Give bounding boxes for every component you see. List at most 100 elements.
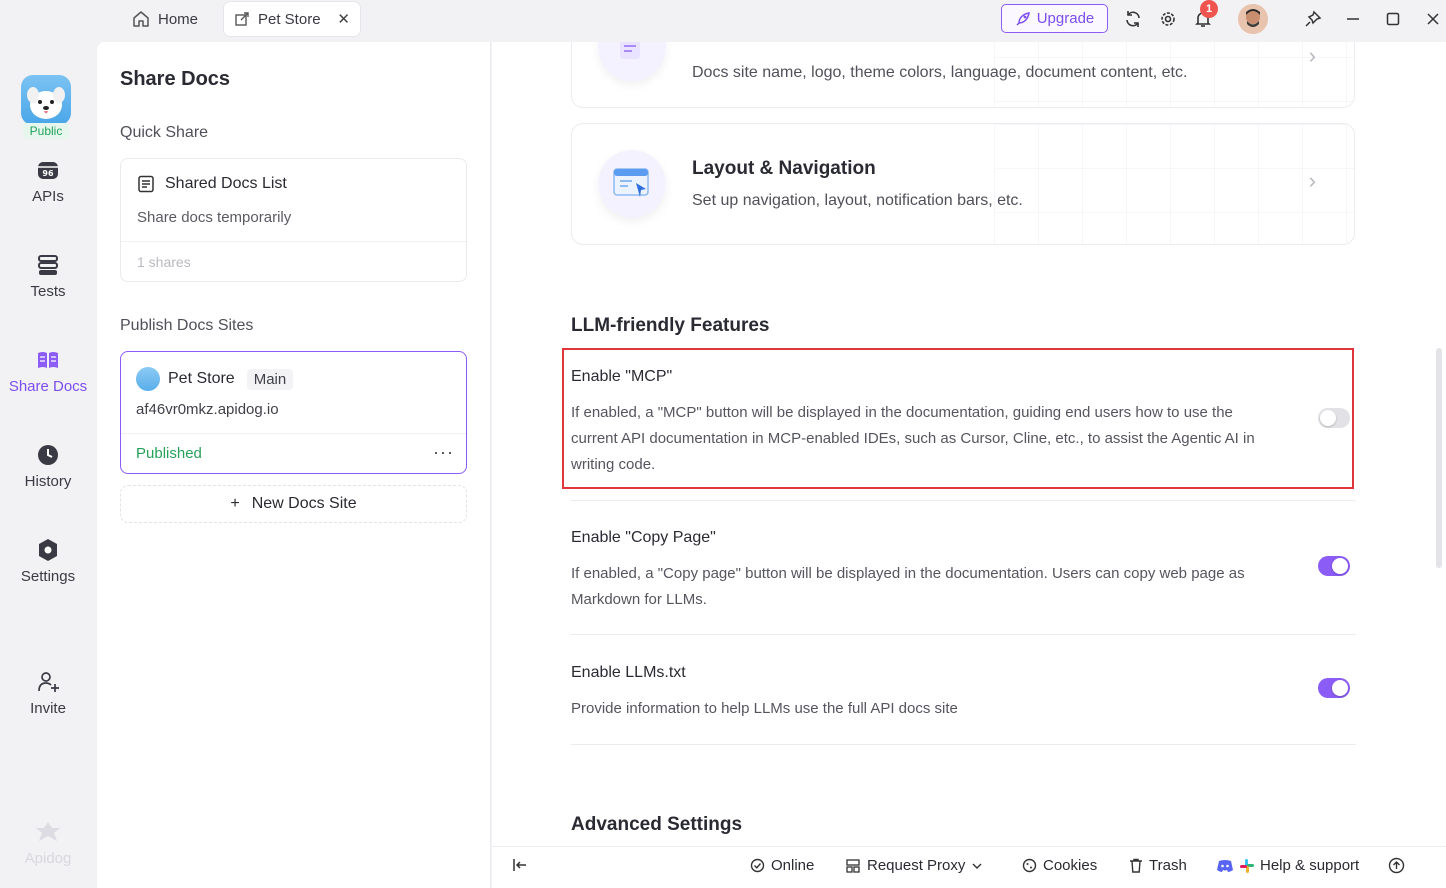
tests-icon bbox=[36, 253, 60, 277]
svg-text:96: 96 bbox=[42, 169, 54, 178]
basic-settings-card[interactable]: Docs site name, logo, theme colors, lang… bbox=[571, 42, 1355, 108]
site-url[interactable]: af46vr0mkz.apidog.io bbox=[136, 401, 279, 418]
external-link-icon bbox=[235, 12, 249, 26]
new-docs-site-button[interactable]: + New Docs Site bbox=[120, 485, 467, 523]
status-bar: Online Request Proxy Cookies Trash Help … bbox=[492, 846, 1446, 888]
layout-navigation-title: Layout & Navigation bbox=[692, 158, 876, 179]
vertical-scrollbar[interactable] bbox=[1436, 348, 1442, 568]
maximize-icon[interactable] bbox=[1382, 8, 1404, 30]
cookies-label: Cookies bbox=[1043, 857, 1098, 874]
setting-mcp-desc: If enabled, a "MCP" button will be displ… bbox=[571, 404, 1255, 473]
request-proxy-label: Request Proxy bbox=[867, 857, 966, 874]
rail-item-share-docs[interactable]: Share Docs bbox=[0, 348, 96, 395]
settings-icon bbox=[36, 538, 60, 562]
tab-pet-store-label: Pet Store bbox=[258, 10, 321, 28]
shared-docs-title: Shared Docs List bbox=[165, 175, 287, 192]
minimize-icon[interactable] bbox=[1342, 8, 1364, 30]
chevron-right-icon: › bbox=[1308, 168, 1316, 193]
window-close-icon[interactable] bbox=[1422, 8, 1444, 30]
panel-title: Share Docs bbox=[120, 68, 231, 90]
home-icon bbox=[133, 11, 149, 27]
basic-settings-desc: Docs site name, logo, theme colors, lang… bbox=[692, 64, 1188, 81]
rail-label-share-docs: Share Docs bbox=[8, 378, 88, 395]
apidog-brand-label: Apidog bbox=[24, 850, 72, 867]
title-bar: Home Pet Store ✕ Upgrade 1 bbox=[0, 0, 1446, 42]
shared-docs-card[interactable]: Shared Docs List Share docs temporarily … bbox=[120, 158, 467, 282]
request-proxy-dropdown[interactable]: Request Proxy bbox=[845, 857, 983, 874]
rail-label-settings: Settings bbox=[20, 568, 76, 585]
notification-badge: 1 bbox=[1200, 0, 1218, 18]
setting-mcp-title: Enable "MCP" bbox=[571, 368, 673, 385]
tab-home[interactable]: Home bbox=[124, 2, 206, 36]
avatar[interactable] bbox=[1238, 4, 1268, 34]
sync-icon[interactable] bbox=[1122, 8, 1144, 30]
copy-page-toggle[interactable] bbox=[1318, 556, 1350, 576]
paint-roller-icon bbox=[598, 42, 666, 81]
site-name: Pet Store bbox=[168, 370, 235, 387]
rail-item-history[interactable]: History bbox=[0, 443, 96, 490]
close-icon[interactable]: ✕ bbox=[337, 10, 350, 28]
mcp-toggle[interactable] bbox=[1318, 408, 1350, 428]
rail-item-settings[interactable]: Settings bbox=[0, 538, 96, 585]
add-user-icon bbox=[36, 670, 60, 694]
rail-label-invite: Invite bbox=[30, 700, 66, 717]
help-support-button[interactable]: Help & support bbox=[1216, 857, 1359, 874]
help-support-label: Help & support bbox=[1260, 857, 1360, 874]
setting-llms-txt-desc: Provide information to help LLMs use the… bbox=[571, 700, 958, 717]
proxy-icon bbox=[846, 858, 860, 873]
clock-icon bbox=[36, 443, 60, 467]
share-docs-panel: Share Docs Quick Share Shared Docs List … bbox=[97, 42, 491, 888]
rail-label-apis: APIs bbox=[32, 188, 64, 205]
trash-button[interactable]: Trash bbox=[1129, 857, 1187, 874]
rail-label-history: History bbox=[24, 473, 72, 490]
slack-icon bbox=[1240, 858, 1254, 873]
document-list-icon bbox=[138, 175, 154, 193]
publish-docs-label: Publish Docs Sites bbox=[120, 317, 254, 334]
docs-site-settings: Docs site name, logo, theme colors, lang… bbox=[492, 42, 1446, 846]
docs-site-card[interactable]: Pet Store Main af46vr0mkz.apidog.io Publ… bbox=[120, 351, 467, 474]
upload-icon[interactable] bbox=[1388, 857, 1405, 874]
collapse-sidebar-icon[interactable] bbox=[512, 857, 528, 873]
online-label: Online bbox=[771, 857, 815, 874]
rocket-icon bbox=[1016, 11, 1030, 26]
cookie-icon bbox=[1022, 858, 1037, 873]
public-badge: Public bbox=[23, 123, 69, 139]
pin-icon[interactable] bbox=[1302, 8, 1324, 30]
rail-item-tests[interactable]: Tests bbox=[0, 253, 96, 300]
discord-icon bbox=[1217, 859, 1233, 872]
cookies-button[interactable]: Cookies bbox=[1022, 857, 1097, 874]
setting-copy-page-desc: If enabled, a "Copy page" button will be… bbox=[571, 565, 1245, 608]
gear-icon[interactable] bbox=[1157, 8, 1179, 30]
apidog-logo: Apidog bbox=[20, 820, 76, 867]
status-badge: Published bbox=[136, 445, 202, 462]
rail-item-invite[interactable]: Invite bbox=[0, 670, 96, 717]
apidog-brand-icon bbox=[36, 822, 60, 841]
setting-copy-page-title: Enable "Copy Page" bbox=[571, 529, 716, 546]
setting-llms-txt: Enable LLMs.txt Provide information to h… bbox=[571, 664, 1355, 722]
advanced-settings-heading: Advanced Settings bbox=[571, 814, 743, 835]
llms-txt-toggle[interactable] bbox=[1318, 678, 1350, 698]
tab-pet-store[interactable]: Pet Store ✕ bbox=[224, 2, 360, 36]
tab-home-label: Home bbox=[158, 10, 199, 28]
site-avatar bbox=[136, 367, 160, 391]
online-status[interactable]: Online bbox=[750, 857, 814, 874]
setting-mcp: Enable "MCP" If enabled, a "MCP" button … bbox=[571, 368, 1355, 478]
shared-docs-subtitle: Share docs temporarily bbox=[137, 209, 292, 226]
branch-badge: Main bbox=[246, 368, 294, 390]
setting-copy-page: Enable "Copy Page" If enabled, a "Copy p… bbox=[571, 529, 1355, 613]
book-icon bbox=[36, 348, 60, 372]
apis-icon: 96 bbox=[36, 158, 60, 182]
chevron-down-icon bbox=[972, 863, 982, 869]
rail-item-apis[interactable]: 96 APIs bbox=[0, 158, 96, 205]
trash-icon bbox=[1130, 858, 1142, 873]
project-logo[interactable] bbox=[21, 75, 71, 125]
layout-navigation-desc: Set up navigation, layout, notification … bbox=[692, 192, 1023, 209]
more-options-icon[interactable]: ··· bbox=[433, 442, 454, 463]
check-circle-icon bbox=[750, 858, 765, 873]
rail-label-tests: Tests bbox=[30, 283, 66, 300]
upgrade-label: Upgrade bbox=[1036, 10, 1095, 27]
setting-llms-txt-title: Enable LLMs.txt bbox=[571, 664, 686, 681]
left-rail: Public 96 APIs Tests Share Docs History … bbox=[0, 42, 96, 888]
upgrade-button[interactable]: Upgrade bbox=[1001, 4, 1108, 33]
layout-navigation-card[interactable]: Layout & Navigation Set up navigation, l… bbox=[571, 123, 1355, 245]
